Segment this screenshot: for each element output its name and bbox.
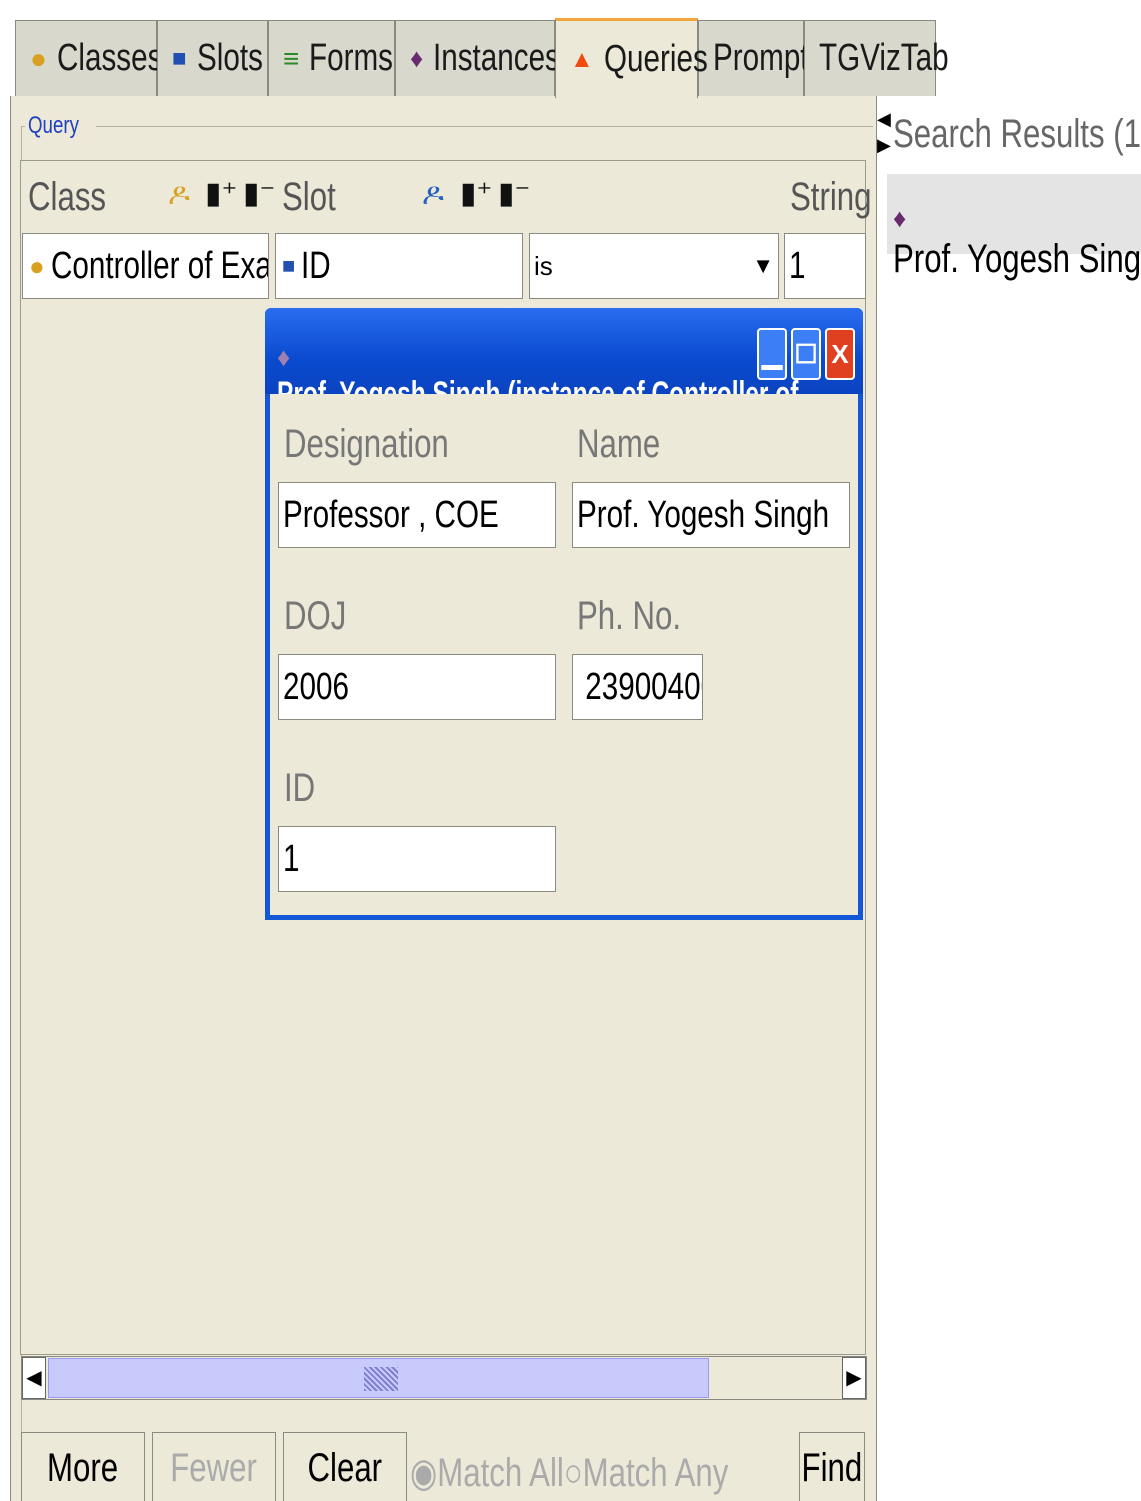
add-class-icon[interactable]: ▮⁺ <box>205 176 237 211</box>
tab-tgviztab[interactable]: TGVizTab <box>804 20 949 96</box>
grip-icon <box>364 1367 398 1391</box>
class-icon: ● <box>30 42 47 74</box>
phone-field[interactable]: 23900400 <box>572 654 703 720</box>
designation-label: Designation <box>284 422 449 466</box>
search-results-panel: ◀ ▶ Search Results (1) ♦ Prof. Yogesh Sin… <box>876 96 1141 1501</box>
close-button[interactable]: X <box>825 328 855 380</box>
minimize-button[interactable]: ▁ <box>757 328 787 380</box>
slot-icon: ■ <box>282 253 296 278</box>
name-label: Name <box>577 422 661 466</box>
search-results-title: Search Results (1) <box>893 112 1141 156</box>
split-arrows-icon[interactable]: ◀ ▶ <box>877 106 891 166</box>
phone-label: Ph. No. <box>577 594 682 638</box>
scroll-thumb[interactable] <box>48 1358 709 1398</box>
find-button[interactable]: Find <box>799 1432 865 1501</box>
clear-button[interactable]: Clear <box>283 1432 407 1501</box>
instance-dialog: ♦ Prof. Yogesh Singh (instance of Contro… <box>265 308 863 920</box>
horizontal-scrollbar[interactable]: ◀ ▶ <box>21 1356 867 1400</box>
search-results-list: ♦ Prof. Yogesh Singh <box>887 174 1141 281</box>
operator-select[interactable]: is ▼ <box>529 233 779 299</box>
query-legend: Query <box>25 112 97 140</box>
tab-queries[interactable]: ▲ Queries <box>555 18 708 98</box>
string-value-field[interactable]: 1 <box>784 233 866 299</box>
chevron-down-icon: ▼ <box>752 253 774 278</box>
doj-field[interactable]: 2006 <box>278 654 556 720</box>
id-field[interactable]: 1 <box>278 826 556 892</box>
instance-icon: ♦ <box>277 342 291 372</box>
tab-forms[interactable]: ≡ Forms <box>268 20 395 96</box>
tab-slots[interactable]: ■ Slots <box>157 20 268 96</box>
name-field[interactable]: Prof. Yogesh Singh <box>572 482 850 548</box>
query-icon: ▲ <box>570 45 594 73</box>
maximize-button[interactable]: ☐ <box>791 328 821 380</box>
match-any-label[interactable]: Match Any <box>583 1451 729 1495</box>
class-field[interactable]: ● Controller of Exam... <box>22 233 269 299</box>
match-options: ◉Match All○Match Any <box>410 1450 818 1496</box>
class-column-header: Class <box>28 175 107 219</box>
class-icon: ● <box>29 250 45 281</box>
select-slot-icon[interactable]: ዶ <box>422 178 444 212</box>
add-slot-icon[interactable]: ▮⁺ <box>460 176 492 211</box>
instance-icon: ♦ <box>410 43 424 73</box>
match-any-radio[interactable]: ○ <box>564 1451 583 1495</box>
scroll-right-button[interactable]: ▶ <box>842 1357 866 1399</box>
tab-prompt[interactable]: Prompt <box>698 20 809 96</box>
match-all-label[interactable]: Match All <box>437 1451 564 1495</box>
id-label: ID <box>284 766 316 810</box>
remove-class-icon[interactable]: ▮⁻ <box>243 176 275 211</box>
instance-icon: ♦ <box>893 203 907 233</box>
fewer-button[interactable]: Fewer <box>152 1432 276 1501</box>
designation-field[interactable]: Professor , COE <box>278 482 556 548</box>
slot-field[interactable]: ■ ID <box>275 233 523 299</box>
tab-classes[interactable]: ● Classes <box>15 20 162 96</box>
match-all-radio[interactable]: ◉ <box>410 1451 437 1495</box>
scroll-left-button[interactable]: ◀ <box>22 1357 46 1399</box>
slot-icon: ■ <box>172 44 187 72</box>
remove-slot-icon[interactable]: ▮⁻ <box>498 176 530 211</box>
dialog-title-bar[interactable]: ♦ Prof. Yogesh Singh (instance of Contro… <box>265 308 863 413</box>
list-item[interactable]: ♦ Prof. Yogesh Singh <box>893 192 1141 282</box>
slot-column-header: Slot <box>282 175 336 219</box>
select-class-icon[interactable]: ዶ <box>168 178 190 212</box>
doj-label: DOJ <box>284 594 347 638</box>
dialog-body: Designation Professor , COE Name Prof. Y… <box>270 394 858 915</box>
forms-icon: ≡ <box>283 42 300 74</box>
tab-instances[interactable]: ♦ Instances <box>395 20 560 96</box>
more-button[interactable]: More <box>21 1432 145 1501</box>
tab-bar: ● Classes ■ Slots ≡ Forms ♦ Instances ▲ … <box>0 0 1141 98</box>
